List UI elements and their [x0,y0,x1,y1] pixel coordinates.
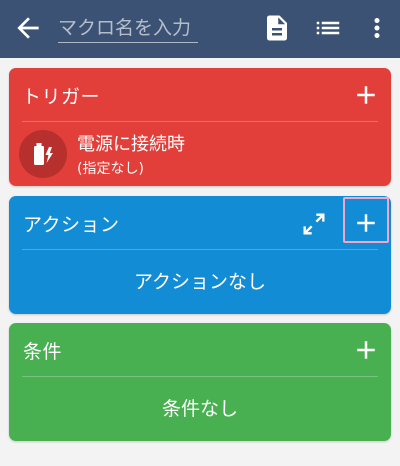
plus-icon [357,214,375,232]
condition-header-label: 条件 [23,341,63,363]
battery-charging-icon [34,143,53,165]
divider [22,121,378,122]
document-icon [267,15,287,41]
divider [22,249,378,250]
trigger-item-subtitle: (指定なし) [77,161,144,177]
macro-info-button[interactable] [262,13,292,43]
condition-card: 条件 条件なし [9,323,391,441]
action-empty-text: アクションなし [133,271,267,293]
more-options-button[interactable] [362,13,392,43]
arrow-left-icon [17,17,39,39]
back-button[interactable] [12,12,44,44]
more-vert-icon [374,18,380,38]
expand-button[interactable] [300,210,328,238]
action-header-label: アクション [23,214,120,236]
expand-icon [303,213,325,235]
trigger-header-label: トリガー [22,86,101,108]
trigger-card: トリガー 電源に接続時 (指定なし) [9,68,391,186]
list-view-button[interactable] [313,13,343,43]
trigger-item-title: 電源に接続時 [77,134,185,155]
trigger-icon-badge [19,130,67,178]
add-action-button[interactable] [351,208,381,238]
list-icon [316,21,340,35]
action-card: アクション アクションなし [9,196,391,314]
plus-icon [357,341,375,359]
trigger-item[interactable]: 電源に接続時 (指定なし) [17,128,383,180]
plus-icon [357,86,375,104]
condition-empty-text: 条件なし [161,398,238,420]
add-condition-button[interactable] [351,335,381,365]
add-trigger-button[interactable] [351,80,381,110]
app-bar [0,0,400,58]
macro-name-input[interactable] [58,13,198,43]
divider [22,376,378,377]
